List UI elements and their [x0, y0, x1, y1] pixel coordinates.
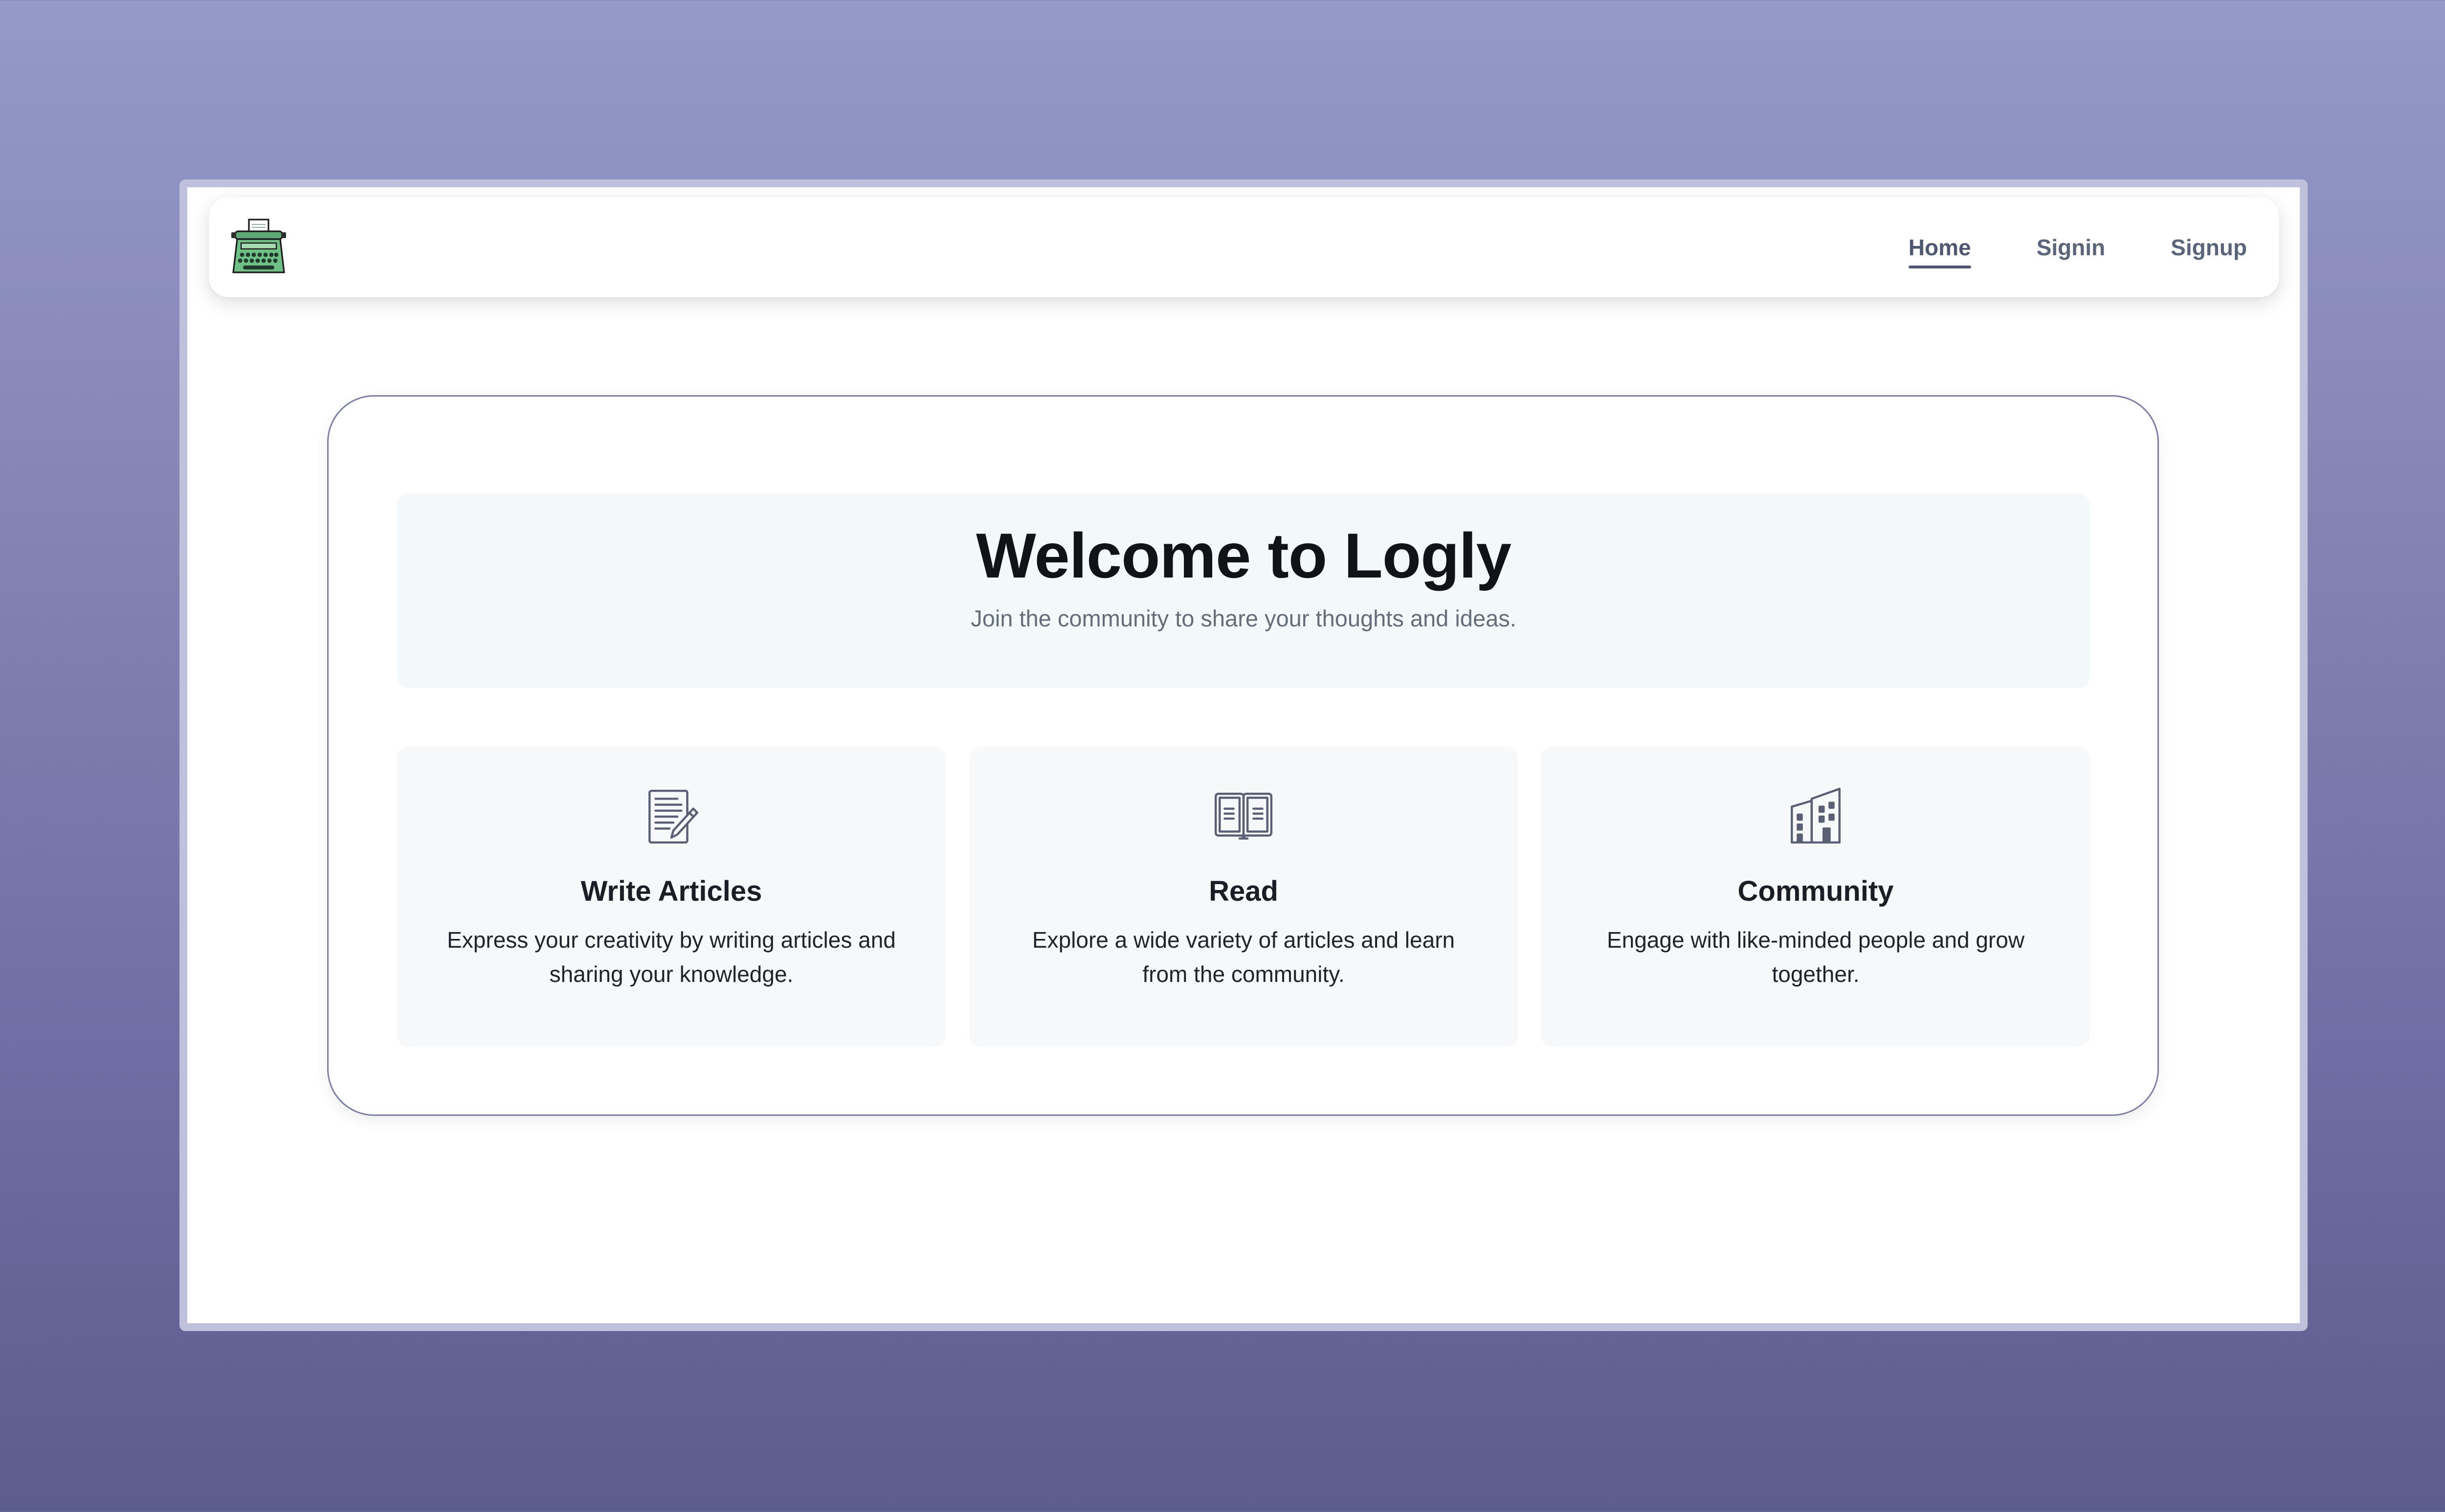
- write-article-icon: [640, 785, 703, 848]
- open-book-icon: [1212, 785, 1275, 848]
- nav-link-home[interactable]: Home: [1908, 234, 1971, 268]
- feature-title: Community: [1737, 875, 1894, 907]
- nav-link-signin[interactable]: Signin: [2037, 234, 2106, 261]
- feature-description: Express your creativity by writing artic…: [447, 927, 896, 987]
- buildings-icon: [1784, 785, 1847, 848]
- hero-subtitle: Join the community to share your thought…: [971, 605, 1516, 631]
- hero-section: Welcome to Logly Join the community to s…: [397, 493, 2090, 688]
- nav-link-signup[interactable]: Signup: [2171, 234, 2247, 261]
- main-card: Welcome to Logly Join the community to s…: [327, 395, 2159, 1116]
- nav-links: Home Signin Signup: [1908, 197, 2247, 297]
- feature-title: Write Articles: [580, 875, 762, 907]
- browser-frame: Home Signin Signup Welcome to Logly Join…: [179, 179, 2308, 1331]
- page-title: Welcome to Logly: [976, 520, 1511, 591]
- features-row: Write Articles Express your creativity b…: [397, 747, 2090, 1047]
- feature-card-community: Community Engage with like-minded people…: [1541, 747, 2090, 1047]
- feature-card-write-articles: Write Articles Express your creativity b…: [397, 747, 946, 1047]
- typewriter-icon[interactable]: [229, 218, 288, 276]
- feature-title: Read: [1209, 875, 1278, 907]
- page-viewport: Home Signin Signup Welcome to Logly Join…: [187, 187, 2300, 1323]
- feature-card-read: Read Explore a wide variety of articles …: [969, 747, 1518, 1047]
- navbar: Home Signin Signup: [209, 197, 2279, 297]
- feature-description: Engage with like-minded people and grow …: [1606, 927, 2025, 987]
- feature-description: Explore a wide variety of articles and l…: [1032, 927, 1455, 987]
